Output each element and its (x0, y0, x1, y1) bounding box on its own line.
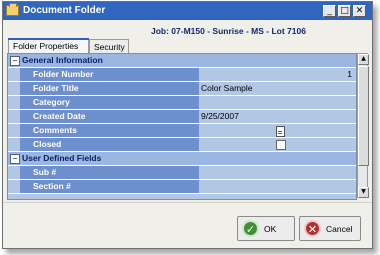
ok-label: OK (264, 224, 277, 234)
field-value[interactable]: Color Sample (201, 82, 253, 95)
section-label: User Defined Fields (22, 153, 102, 163)
job-info: Job: 07-M150 - Sunrise - MS - Lot 7106 (151, 26, 306, 36)
tab-folder-properties[interactable]: Folder Properties (8, 38, 89, 53)
field-label: Section # (20, 180, 199, 193)
row-created-date[interactable]: Created Date 9/25/2007 (8, 110, 356, 124)
field-label: Closed (20, 138, 199, 151)
collapse-icon[interactable]: − (10, 154, 20, 164)
field-label: Comments (20, 124, 199, 137)
row-folder-number[interactable]: Folder Number 1 (8, 68, 356, 82)
row-section-number[interactable]: Section # (8, 180, 356, 194)
closed-checkbox[interactable] (276, 140, 286, 150)
field-label: Folder Title (20, 82, 199, 95)
window-title: Document Folder (23, 5, 106, 16)
folder-icon (6, 3, 19, 16)
field-value[interactable]: 1 (347, 68, 352, 81)
section-general-information[interactable]: − General Information (8, 54, 356, 68)
vertical-scrollbar[interactable]: ▲ ▼ (357, 53, 369, 198)
field-label: Created Date (20, 110, 199, 123)
field-label: Sub # (20, 166, 199, 179)
section-user-defined-fields[interactable]: − User Defined Fields (8, 152, 356, 166)
maximize-button[interactable]: □ (338, 5, 351, 17)
tab-label: Security (94, 42, 125, 52)
field-value[interactable]: 9/25/2007 (201, 110, 239, 123)
section-label: General Information (22, 55, 103, 65)
cancel-button[interactable]: ✕ Cancel (299, 216, 361, 241)
checkmark-icon: ✓ (242, 220, 259, 237)
note-icon[interactable] (276, 126, 285, 137)
ok-button[interactable]: ✓ OK (237, 216, 295, 241)
property-grid: − General Information Folder Number 1 Fo… (7, 53, 357, 200)
tab-security[interactable]: Security (89, 39, 129, 53)
minimize-button[interactable]: _ (323, 5, 336, 17)
scroll-down-arrow-icon[interactable]: ▼ (358, 187, 369, 198)
row-comments[interactable]: Comments (8, 124, 356, 138)
cancel-label: Cancel (326, 224, 353, 234)
close-button[interactable]: ✕ (353, 5, 366, 17)
cancel-x-icon: ✕ (304, 220, 321, 237)
field-label: Category (20, 96, 199, 109)
field-label: Folder Number (20, 68, 199, 81)
row-closed[interactable]: Closed (8, 138, 356, 152)
scroll-up-arrow-icon[interactable]: ▲ (358, 54, 369, 65)
collapse-icon[interactable]: − (10, 56, 20, 66)
row-sub-number[interactable]: Sub # (8, 166, 356, 180)
divider (3, 202, 372, 203)
title-bar[interactable]: Document Folder _ □ ✕ (3, 2, 372, 20)
tab-label: Folder Properties (13, 41, 79, 51)
document-folder-window: Document Folder _ □ ✕ Job: 07-M150 - Sun… (2, 1, 373, 249)
row-category[interactable]: Category (8, 96, 356, 110)
row-folder-title[interactable]: Folder Title Color Sample (8, 82, 356, 96)
scroll-thumb[interactable] (358, 66, 369, 166)
